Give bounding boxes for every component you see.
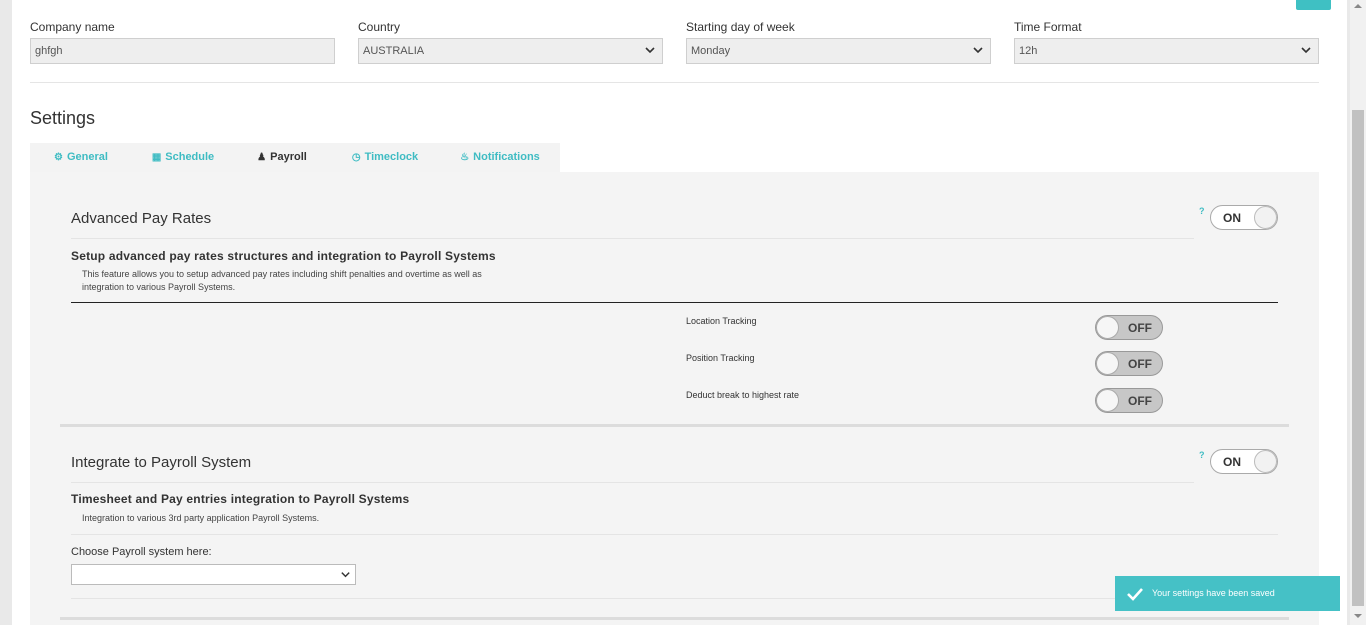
settings-page: Company name ghfgh Country AUSTRALIA Sta… <box>12 0 1347 625</box>
toggle-label: ON <box>1223 455 1241 469</box>
chevron-down-icon <box>341 572 350 578</box>
tab-payroll[interactable]: ♟ Payroll <box>234 143 330 172</box>
toast-message: Your settings have been saved <box>1152 588 1275 598</box>
save-toast[interactable]: Your settings have been saved <box>1115 576 1340 611</box>
time-format-select-value: 12h <box>1019 45 1038 57</box>
tab-general[interactable]: ⚙ General <box>30 143 132 172</box>
settings-tabs: ⚙ General ▦ Schedule ♟ Payroll ◷ Timeclock ♨… <box>30 143 560 172</box>
payroll-panel: Advanced Pay Rates ? ON Setup advanced p… <box>30 172 1319 625</box>
tab-label: Schedule <box>165 151 215 163</box>
location-tracking-label: Location Tracking <box>686 316 757 326</box>
scrollbar[interactable] <box>1350 0 1366 625</box>
divider <box>71 534 1278 535</box>
company-name-input[interactable]: ghfgh <box>30 38 335 64</box>
help-icon[interactable]: ? <box>1199 206 1205 216</box>
chevron-down-icon <box>1301 47 1311 54</box>
toggle-label: OFF <box>1128 357 1152 371</box>
toggle-knob <box>1096 389 1119 412</box>
divider <box>71 598 1278 599</box>
tab-timeclock[interactable]: ◷ Timeclock <box>330 143 440 172</box>
check-icon <box>1127 588 1143 601</box>
payroll-system-select[interactable] <box>71 564 356 585</box>
time-format-label: Time Format <box>1014 20 1082 34</box>
page-margin-left <box>0 0 12 625</box>
divider <box>71 482 1194 483</box>
position-tracking-toggle[interactable]: OFF <box>1095 351 1163 376</box>
toggle-label: ON <box>1223 211 1241 225</box>
time-format-select[interactable]: 12h <box>1014 38 1319 64</box>
toggle-label: OFF <box>1128 321 1152 335</box>
card-subtitle: Setup advanced pay rates structures and … <box>71 249 496 263</box>
country-label: Country <box>358 20 401 34</box>
scroll-thumb[interactable] <box>1352 110 1364 606</box>
gear-icon: ⚙ <box>54 152 63 163</box>
tab-notifications[interactable]: ♨ Notifications <box>440 143 560 172</box>
tab-label: General <box>67 151 108 163</box>
position-tracking-label: Position Tracking <box>686 353 755 363</box>
payroll-integration-toggle[interactable]: ON <box>1210 449 1278 474</box>
payroll-integration-card: Integrate to Payroll System ? ON Timeshe… <box>60 430 1289 620</box>
advanced-pay-rates-card: Advanced Pay Rates ? ON Setup advanced p… <box>60 172 1289 427</box>
country-select-value: AUSTRALIA <box>363 45 425 57</box>
advanced-pay-rates-toggle[interactable]: ON <box>1210 205 1278 230</box>
toggle-knob <box>1254 206 1277 229</box>
company-name-label: Company name <box>30 20 115 34</box>
card-description: Integration to various 3rd party applica… <box>82 513 320 523</box>
calendar-icon: ▦ <box>151 152 162 163</box>
location-tracking-toggle[interactable]: OFF <box>1095 315 1163 340</box>
start-day-label: Starting day of week <box>686 20 795 34</box>
start-day-select-value: Monday <box>691 45 731 57</box>
toggle-knob <box>1096 352 1119 375</box>
divider <box>71 238 1194 239</box>
deduct-break-toggle[interactable]: OFF <box>1095 388 1163 413</box>
deduct-break-label: Deduct break to highest rate <box>686 390 800 400</box>
card-description-line2: integration to various Payroll Systems. <box>82 282 236 292</box>
chevron-down-icon <box>973 47 983 54</box>
page-title: Settings <box>30 108 96 128</box>
tab-label: Timeclock <box>364 151 419 163</box>
toggle-label: OFF <box>1128 394 1152 408</box>
tab-label: Payroll <box>270 151 307 163</box>
clock-icon: ◷ <box>351 152 361 163</box>
toggle-knob <box>1096 316 1119 339</box>
start-day-select[interactable]: Monday <box>686 38 991 64</box>
tab-schedule[interactable]: ▦ Schedule <box>132 143 234 172</box>
section-divider <box>71 302 1278 303</box>
scroll-up-icon[interactable] <box>1354 4 1362 8</box>
country-select[interactable]: AUSTRALIA <box>358 38 663 64</box>
card-title: Integrate to Payroll System <box>71 454 252 471</box>
user-icon: ♟ <box>257 152 267 163</box>
payroll-system-label: Choose Payroll system here: <box>71 546 212 558</box>
help-icon[interactable]: ? <box>1199 450 1205 460</box>
bell-icon: ♨ <box>460 152 470 163</box>
divider <box>30 82 1319 83</box>
scroll-down-icon[interactable] <box>1354 614 1362 618</box>
chevron-down-icon <box>645 47 655 54</box>
top-action-button[interactable] <box>1296 0 1331 10</box>
tab-label: Notifications <box>473 151 540 163</box>
card-description-line1: This feature allows you to setup advance… <box>82 269 482 279</box>
toggle-knob <box>1254 450 1277 473</box>
card-subtitle: Timesheet and Pay entries integration to… <box>71 492 410 506</box>
card-title: Advanced Pay Rates <box>71 210 212 227</box>
